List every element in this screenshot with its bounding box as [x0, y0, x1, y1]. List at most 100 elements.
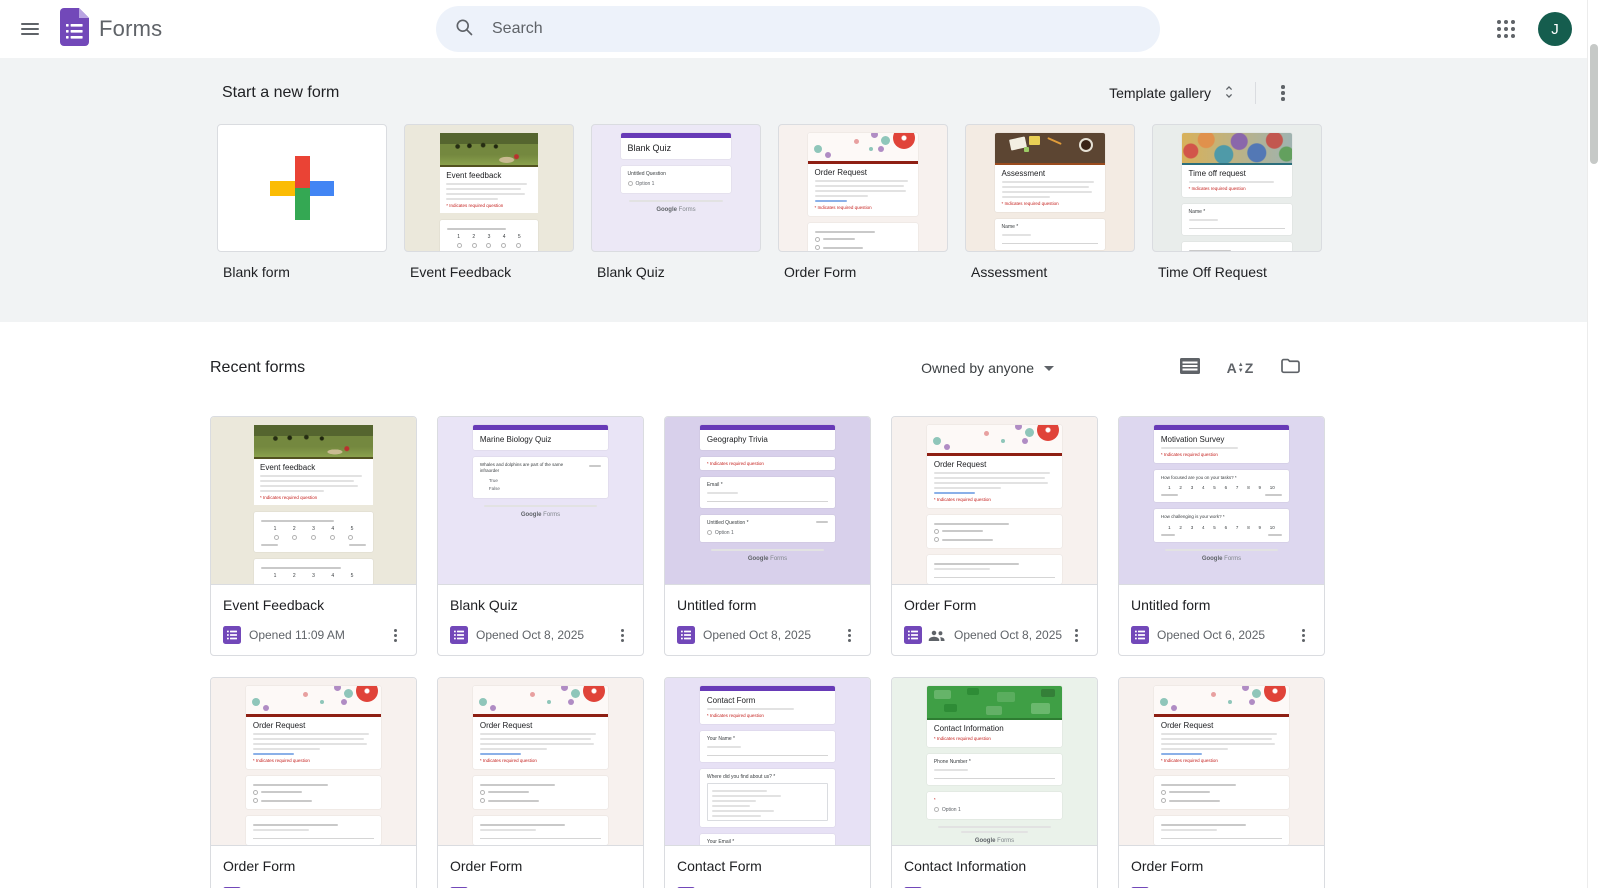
search-bar[interactable]	[436, 6, 1160, 52]
green-banner-header	[927, 686, 1062, 718]
template-label: Event Feedback	[410, 264, 574, 280]
apps-grid-icon	[1497, 20, 1515, 38]
more-options-button[interactable]	[1063, 622, 1089, 648]
template-card-assessment[interactable]: Assessment* Indicates required question …	[965, 124, 1135, 280]
recent-form-card-order-form-3[interactable]: Order Request* Indicates required questi…	[891, 416, 1098, 656]
mosaic-header	[1182, 133, 1293, 163]
sort-options-button[interactable]: A▲▼Z	[1220, 348, 1260, 388]
form-thumbnail: Order Request* Indicates required questi…	[1119, 678, 1324, 846]
form-thumbnail: Geography Trivia * Indicates required qu…	[665, 417, 870, 585]
az-sort-icon: A▲▼Z	[1227, 360, 1254, 376]
forms-document-icon	[904, 626, 922, 644]
template-card-order-form[interactable]: Order Request* Indicates required questi…	[778, 124, 948, 280]
search-icon	[454, 17, 474, 42]
owner-filter-dropdown[interactable]: Owned by anyone	[921, 360, 1054, 376]
recent-form-card-event-feedback-0[interactable]: Event feedback* Indicates required quest…	[210, 416, 417, 656]
recent-forms-section: Recent forms Owned by anyone A▲▼Z Event	[0, 322, 1600, 888]
form-thumbnail: Marine Biology Quiz Whales and dolphins …	[438, 417, 643, 585]
app-title: Forms	[99, 16, 162, 42]
template-thumbnail: Blank Quiz Untitled QuestionOption 1 Goo…	[591, 124, 761, 252]
form-title: Order Form	[223, 858, 408, 874]
top-app-bar: Forms J	[0, 0, 1600, 58]
form-card-info: Untitled form Opened Oct 8, 2025	[665, 585, 870, 648]
more-options-button[interactable]	[382, 622, 408, 648]
form-card-info: Blank Quiz Opened Oct 8, 2025	[438, 585, 643, 648]
form-title: Untitled form	[1131, 597, 1316, 613]
hamburger-menu-icon	[21, 20, 39, 38]
divider	[1255, 82, 1256, 104]
form-card-info: Order Form Opened Oct 6, 2025	[438, 846, 643, 888]
google-forms-footer: Google Forms	[927, 838, 1062, 844]
form-card-info: Contact Information Opened Oct 6, 2025	[892, 846, 1097, 888]
floral-header	[927, 425, 1062, 453]
forms-home-link[interactable]: Forms	[60, 8, 162, 51]
opened-timestamp: Opened Oct 8, 2025	[703, 628, 811, 642]
template-row: Blank form Event feedback* Indicates req…	[217, 124, 1600, 280]
template-thumbnail: Time off request* Indicates required que…	[1152, 124, 1322, 252]
form-card-info: Untitled form Opened Oct 6, 2025	[1119, 585, 1324, 648]
template-label: Blank Quiz	[597, 264, 761, 280]
recent-form-card-untitled-form-2[interactable]: Geography Trivia * Indicates required qu…	[664, 416, 871, 656]
more-options-button[interactable]	[1290, 883, 1316, 888]
recent-form-card-order-form-9[interactable]: Order Request* Indicates required questi…	[1118, 677, 1325, 888]
form-thumbnail: Order Request* Indicates required questi…	[211, 678, 416, 846]
forms-document-icon	[223, 626, 241, 644]
recent-form-card-blank-quiz-1[interactable]: Marine Biology Quiz Whales and dolphins …	[437, 416, 644, 656]
list-view-button[interactable]	[1170, 348, 1210, 388]
google-forms-footer: Google Forms	[621, 207, 732, 213]
template-card-time-off-request[interactable]: Time off request* Indicates required que…	[1152, 124, 1322, 280]
recent-form-card-order-form-5[interactable]: Order Request* Indicates required questi…	[210, 677, 417, 888]
floral-header	[1154, 686, 1289, 714]
more-options-button[interactable]	[836, 883, 862, 888]
google-apps-button[interactable]	[1486, 9, 1526, 49]
template-thumbnail: Assessment* Indicates required question …	[965, 124, 1135, 252]
form-card-info: Contact Form Opened Oct 6, 2025	[665, 846, 870, 888]
opened-timestamp: Opened 11:09 AM	[249, 628, 345, 642]
floral-header	[808, 133, 919, 161]
template-gallery-label: Template gallery	[1109, 85, 1211, 101]
opened-timestamp: Opened Oct 6, 2025	[1157, 628, 1265, 642]
template-label: Order Form	[784, 264, 948, 280]
scrollbar-thumb[interactable]	[1590, 44, 1598, 164]
plus-icon	[295, 156, 310, 220]
form-header-photo	[440, 133, 537, 165]
recent-form-card-order-form-6[interactable]: Order Request* Indicates required questi…	[437, 677, 644, 888]
open-file-picker-button[interactable]	[1270, 348, 1310, 388]
form-thumbnail: Contact Form* Indicates required questio…	[665, 678, 870, 846]
template-card-event-feedback[interactable]: Event feedback* Indicates required quest…	[404, 124, 574, 280]
more-options-button[interactable]	[609, 622, 635, 648]
more-options-button[interactable]	[382, 883, 408, 888]
search-input[interactable]	[490, 19, 1110, 39]
form-title: Blank Quiz	[450, 597, 635, 613]
template-gallery-button[interactable]: Template gallery	[1101, 78, 1245, 109]
template-label: Assessment	[971, 264, 1135, 280]
form-thumbnail: Event feedback* Indicates required quest…	[211, 417, 416, 585]
recent-form-card-untitled-form-4[interactable]: Motivation Survey* Indicates required qu…	[1118, 416, 1325, 656]
form-title: Order Form	[904, 597, 1089, 613]
form-card-info: Order Form Opened Oct 6, 2025	[1119, 846, 1324, 888]
shared-people-icon	[928, 629, 946, 642]
form-thumbnail: Order Request* Indicates required questi…	[438, 678, 643, 846]
google-forms-footer: Google Forms	[473, 512, 608, 518]
template-label: Time Off Request	[1158, 264, 1322, 280]
more-options-button[interactable]	[1290, 622, 1316, 648]
account-avatar[interactable]: J	[1538, 12, 1572, 46]
template-card-blank-quiz[interactable]: Blank Quiz Untitled QuestionOption 1 Goo…	[591, 124, 761, 280]
main-menu-button[interactable]	[6, 5, 54, 53]
more-options-button[interactable]	[1063, 883, 1089, 888]
floral-header	[246, 686, 381, 714]
folder-icon	[1280, 357, 1301, 379]
form-title: Contact Information	[904, 858, 1089, 874]
more-options-button[interactable]	[609, 883, 635, 888]
scrollbar[interactable]	[1587, 0, 1600, 888]
more-options-button[interactable]	[836, 622, 862, 648]
form-card-info: Order Form Opened Oct 6, 2025	[211, 846, 416, 888]
google-forms-footer: Google Forms	[700, 556, 835, 562]
unfold-more-icon	[1221, 84, 1237, 103]
caret-down-icon	[1044, 366, 1054, 371]
template-card-blank-form[interactable]: Blank form	[217, 124, 387, 280]
opened-timestamp: Opened Oct 8, 2025	[954, 628, 1062, 642]
hide-templates-menu-button[interactable]	[1266, 76, 1300, 110]
recent-form-card-contact-information-8[interactable]: Contact Information* Indicates required …	[891, 677, 1098, 888]
recent-form-card-contact-form-7[interactable]: Contact Form* Indicates required questio…	[664, 677, 871, 888]
